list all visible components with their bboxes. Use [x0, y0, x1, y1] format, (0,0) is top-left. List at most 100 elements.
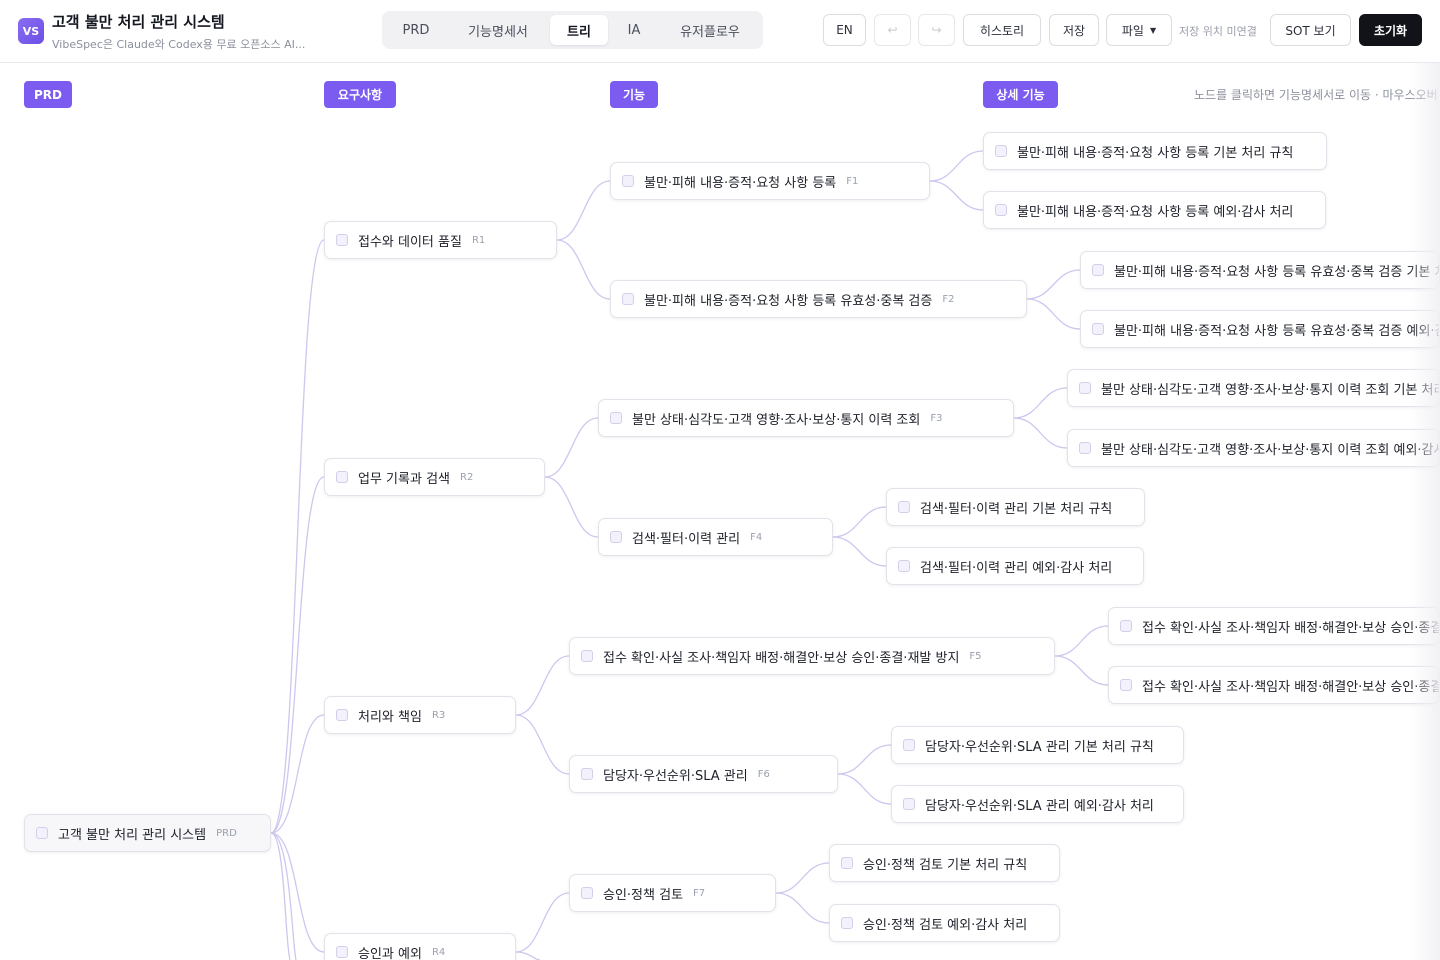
node-label: 불만·피해 내용·증적·요청 사항 등록 기본 처리 규칙: [1017, 145, 1294, 161]
node-label: 담당자·우선순위·SLA 관리 기본 처리 규칙: [925, 739, 1154, 755]
node-label: 담당자·우선순위·SLA 관리: [603, 768, 748, 784]
node-checkbox[interactable]: [36, 827, 48, 839]
top-toolbar: VS 고객 불만 처리 관리 시스템 VibeSpec은 Claude와 Cod…: [0, 0, 1440, 63]
tree-canvas[interactable]: PRD 요구사항 기능 상세 기능 노드를 클릭하면 기능명세서로 이동 · 마…: [0, 63, 1440, 960]
node-label: 접수 확인·사실 조사·책임자 배정·해결안·보상 승인·종결·재발 방지 예외…: [1142, 679, 1439, 695]
tree-node-detail[interactable]: 불만·피해 내용·증적·요청 사항 등록 유효성·중복 검증 기본 처리 규칙: [1080, 251, 1440, 289]
tree-node-feature[interactable]: 담당자·우선순위·SLA 관리 F6: [569, 755, 838, 793]
node-label: 고객 불만 처리 관리 시스템: [58, 827, 207, 843]
tree-node-requirement[interactable]: 업무 기록과 검색 R2: [324, 458, 545, 496]
node-checkbox[interactable]: [1120, 620, 1132, 632]
node-checkbox[interactable]: [622, 175, 634, 187]
tab-userflow[interactable]: 유저플로우: [662, 15, 758, 45]
tree-node-requirement[interactable]: 처리와 책임 R3: [324, 696, 516, 734]
node-checkbox[interactable]: [622, 293, 634, 305]
view-tabs: PRD 기능명세서 트리 IA 유저플로우: [382, 11, 763, 49]
undo-button[interactable]: ↩: [874, 14, 911, 46]
node-checkbox[interactable]: [841, 857, 853, 869]
tree-node-detail[interactable]: 불만·피해 내용·증적·요청 사항 등록 예외·감사 처리: [983, 191, 1326, 229]
edge-root-down-2: [270, 832, 297, 960]
node-label: 접수 확인·사실 조사·책임자 배정·해결안·보상 승인·종결·재발 방지 기본…: [1142, 620, 1439, 636]
tree-node-root[interactable]: 고객 불만 처리 관리 시스템 PRD: [24, 814, 271, 852]
column-header-features: 기능: [610, 81, 658, 108]
node-checkbox[interactable]: [898, 560, 910, 572]
reset-button[interactable]: 초기화: [1359, 14, 1422, 46]
history-button[interactable]: 히스토리: [963, 14, 1041, 46]
node-checkbox[interactable]: [1092, 323, 1104, 335]
node-code: F1: [846, 175, 859, 187]
tree-node-feature[interactable]: 불만·피해 내용·증적·요청 사항 등록 유효성·중복 검증 F2: [610, 280, 1027, 318]
node-code: F7: [693, 887, 706, 899]
tree-node-requirement[interactable]: 승인과 예외 R4: [324, 933, 516, 960]
node-label: 불만·피해 내용·증적·요청 사항 등록 유효성·중복 검증: [644, 293, 933, 309]
node-checkbox[interactable]: [336, 234, 348, 246]
tree-node-detail[interactable]: 불만 상태·심각도·고객 영향·조사·보상·통지 이력 조회 예외·감사 처리: [1067, 429, 1440, 467]
node-checkbox[interactable]: [995, 204, 1007, 216]
undo-icon: ↩: [887, 23, 898, 37]
node-checkbox[interactable]: [903, 798, 915, 810]
tree-node-feature[interactable]: 불만·피해 내용·증적·요청 사항 등록 F1: [610, 162, 930, 200]
tab-tree[interactable]: 트리: [550, 15, 608, 45]
node-checkbox[interactable]: [903, 739, 915, 751]
tree-node-detail[interactable]: 접수 확인·사실 조사·책임자 배정·해결안·보상 승인·종결·재발 방지 기본…: [1108, 607, 1440, 645]
tree-node-feature[interactable]: 접수 확인·사실 조사·책임자 배정·해결안·보상 승인·종결·재발 방지 F5: [569, 637, 1055, 675]
node-checkbox[interactable]: [336, 946, 348, 958]
file-menu-label: 파일: [1121, 23, 1144, 38]
tree-node-feature[interactable]: 승인·정책 검토 F7: [569, 874, 776, 912]
column-header-detail-features: 상세 기능: [983, 81, 1058, 108]
tree-node-detail[interactable]: 불만·피해 내용·증적·요청 사항 등록 기본 처리 규칙: [983, 132, 1327, 170]
node-checkbox[interactable]: [581, 650, 593, 662]
node-code: PRD: [216, 827, 237, 839]
node-checkbox[interactable]: [581, 887, 593, 899]
tree-node-detail[interactable]: 불만·피해 내용·증적·요청 사항 등록 유효성·중복 검증 예외·감사 처리: [1080, 310, 1440, 348]
node-checkbox[interactable]: [336, 709, 348, 721]
node-label: 업무 기록과 검색: [358, 471, 450, 487]
edge-f5-d9: [1054, 625, 1109, 657]
node-checkbox[interactable]: [841, 917, 853, 929]
column-header-requirements: 요구사항: [324, 81, 396, 108]
edge-f7-d13: [775, 862, 830, 894]
language-toggle-button[interactable]: EN: [823, 14, 866, 46]
tree-node-detail[interactable]: 검색·필터·이력 관리 기본 처리 규칙: [886, 488, 1145, 526]
sot-view-button[interactable]: SOT 보기: [1270, 14, 1351, 46]
node-code: R3: [431, 709, 446, 721]
node-checkbox[interactable]: [610, 412, 622, 424]
edge-f1-d2: [929, 180, 984, 211]
tree-node-detail[interactable]: 승인·정책 검토 기본 처리 규칙: [829, 844, 1060, 882]
node-checkbox[interactable]: [898, 501, 910, 513]
tree-node-detail[interactable]: 담당자·우선순위·SLA 관리 기본 처리 규칙: [891, 726, 1184, 764]
node-checkbox[interactable]: [581, 768, 593, 780]
tree-node-feature[interactable]: 검색·필터·이력 관리 F4: [598, 518, 833, 556]
node-checkbox[interactable]: [610, 531, 622, 543]
edge-f6-d12: [837, 773, 892, 805]
save-location-status: 저장 위치 미연결: [1179, 25, 1257, 38]
edge-r1-f1: [556, 180, 611, 241]
edge-r3-f6: [515, 714, 570, 775]
tree-node-detail[interactable]: 불만 상태·심각도·고객 영향·조사·보상·통지 이력 조회 기본 처리 규칙: [1067, 369, 1440, 407]
save-button[interactable]: 저장: [1049, 14, 1099, 46]
node-label: 불만 상태·심각도·고객 영향·조사·보상·통지 이력 조회 예외·감사 처리: [1101, 442, 1440, 458]
edge-f4-d8: [832, 536, 887, 567]
node-checkbox[interactable]: [1079, 382, 1091, 394]
file-menu-button[interactable]: 파일 ▼: [1106, 14, 1172, 46]
tree-node-requirement[interactable]: 접수와 데이터 품질 R1: [324, 221, 557, 259]
node-checkbox[interactable]: [995, 145, 1007, 157]
tab-spec[interactable]: 기능명세서: [454, 15, 542, 45]
node-code: F4: [750, 531, 763, 543]
node-checkbox[interactable]: [1079, 442, 1091, 454]
node-checkbox[interactable]: [336, 471, 348, 483]
tree-node-detail[interactable]: 검색·필터·이력 관리 예외·감사 처리: [886, 547, 1144, 585]
tree-node-detail[interactable]: 승인·정책 검토 예외·감사 처리: [829, 904, 1060, 942]
redo-button[interactable]: ↪: [918, 14, 955, 46]
node-checkbox[interactable]: [1120, 679, 1132, 691]
tab-ia[interactable]: IA: [616, 15, 652, 45]
tree-node-detail[interactable]: 접수 확인·사실 조사·책임자 배정·해결안·보상 승인·종결·재발 방지 예외…: [1108, 666, 1440, 704]
edge-r2-f3: [544, 417, 599, 478]
tree-node-feature[interactable]: 불만 상태·심각도·고객 영향·조사·보상·통지 이력 조회 F3: [598, 399, 1014, 437]
node-label: 처리와 책임: [358, 709, 422, 725]
node-checkbox[interactable]: [1092, 264, 1104, 276]
edge-r3-f5: [515, 655, 570, 716]
redo-icon: ↪: [931, 23, 942, 37]
tab-prd[interactable]: PRD: [386, 15, 446, 45]
tree-node-detail[interactable]: 담당자·우선순위·SLA 관리 예외·감사 처리: [891, 785, 1184, 823]
